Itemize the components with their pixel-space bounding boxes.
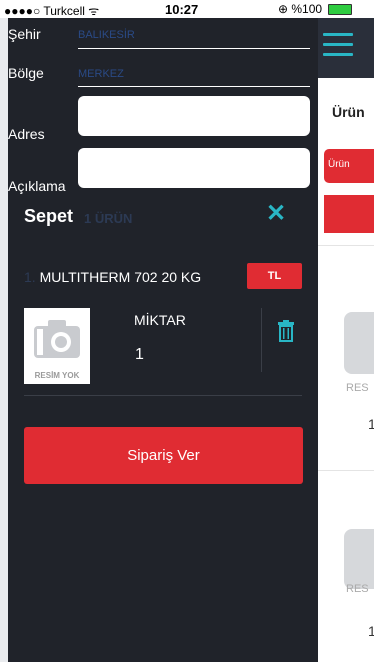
place-order-label: Sipariş Ver bbox=[127, 447, 200, 464]
product-action-button[interactable] bbox=[324, 195, 374, 233]
main-content: Ürün Ürün RES 1 RES 1 bbox=[318, 18, 374, 662]
no-image-label: RESİM YOK bbox=[34, 371, 80, 380]
city-label: Şehir bbox=[8, 26, 41, 42]
address-input[interactable] bbox=[78, 96, 310, 136]
district-select[interactable]: MERKEZ bbox=[78, 68, 124, 80]
cart-item-title: 1. MULTITHERM 702 20 KG bbox=[24, 269, 201, 285]
cart-item-count: 1 ÜRÜN bbox=[84, 211, 133, 226]
camera-icon bbox=[344, 529, 374, 589]
products-heading: Ürün bbox=[332, 104, 365, 120]
clock: 10:27 bbox=[165, 2, 199, 17]
note-label: Açıklama bbox=[8, 178, 66, 194]
product-quantity: 1 bbox=[368, 416, 374, 432]
no-image-label: RES bbox=[346, 583, 369, 595]
note-input[interactable] bbox=[78, 148, 310, 188]
cart-title: Sepet bbox=[24, 206, 74, 226]
battery-indicator: ⊕ %100 bbox=[278, 2, 353, 16]
section-divider bbox=[24, 395, 302, 396]
trash-icon[interactable] bbox=[277, 320, 295, 342]
quantity-value[interactable]: 1 bbox=[135, 346, 144, 364]
product-image-placeholder: RESİM YOK bbox=[24, 308, 90, 384]
product-filter-label: Ürün bbox=[328, 159, 350, 170]
district-underline bbox=[78, 86, 310, 87]
city-select[interactable]: BALIKESİR bbox=[78, 29, 135, 41]
no-image-label: RES bbox=[346, 382, 369, 394]
cart-drawer: Şehir BALIKESİR Bölge MERKEZ Adres Açıkl… bbox=[8, 18, 318, 662]
place-order-button[interactable]: Sipariş Ver bbox=[24, 427, 303, 484]
battery-icon bbox=[328, 4, 353, 16]
camera-icon bbox=[34, 320, 80, 358]
battery-percentage: ⊕ %100 bbox=[278, 2, 323, 16]
address-label: Adres bbox=[8, 126, 45, 142]
product-card-1[interactable]: RES 1 bbox=[318, 246, 374, 470]
city-underline bbox=[78, 48, 310, 49]
quantity-label: MİKTAR bbox=[134, 312, 186, 328]
cart-item-index: 1. bbox=[24, 269, 36, 285]
currency-label: TL bbox=[267, 270, 282, 282]
vertical-divider bbox=[261, 308, 262, 372]
carrier-signal: ●●●●○ Turkcell ᯤ bbox=[4, 4, 100, 18]
top-bar bbox=[318, 18, 374, 78]
district-label: Bölge bbox=[8, 65, 44, 81]
product-filter-button[interactable]: Ürün bbox=[324, 149, 374, 183]
camera-icon bbox=[344, 312, 374, 374]
status-bar: ●●●●○ Turkcell ᯤ 10:27 ⊕ %100 bbox=[0, 0, 374, 18]
product-card-2[interactable]: RES 1 bbox=[318, 471, 374, 661]
hamburger-menu-icon[interactable] bbox=[323, 33, 353, 63]
close-icon[interactable]: ✕ bbox=[266, 202, 286, 226]
currency-badge: TL bbox=[247, 263, 302, 289]
product-quantity: 1 bbox=[368, 623, 374, 639]
cart-item-name: MULTITHERM 702 20 KG bbox=[39, 269, 202, 285]
